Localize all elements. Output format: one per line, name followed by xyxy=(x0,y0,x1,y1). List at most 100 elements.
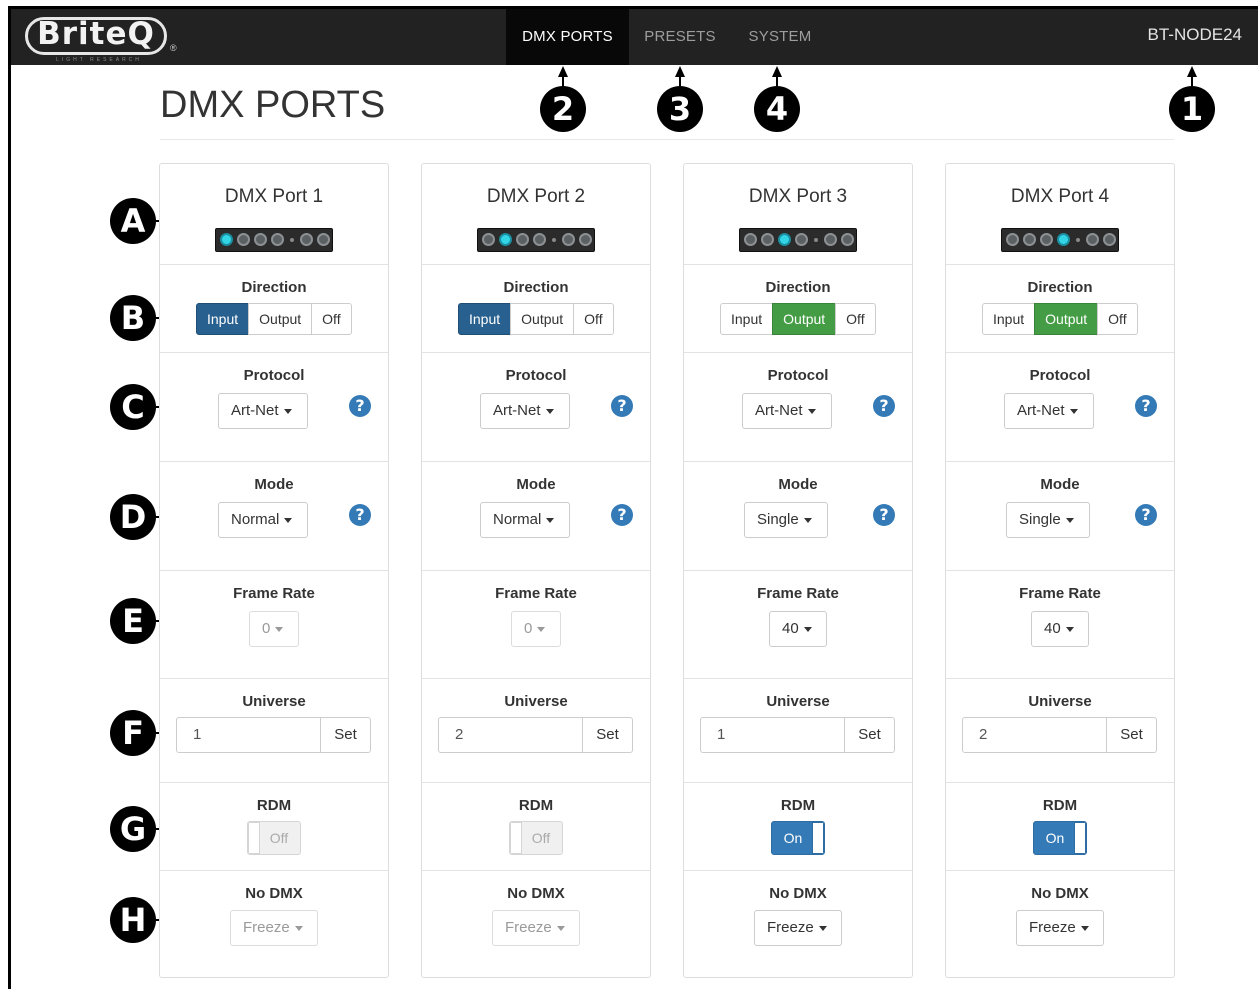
section-mode: Mode Single? xyxy=(684,461,912,570)
port-led-strip xyxy=(739,228,857,252)
rdm-toggle[interactable]: On xyxy=(771,821,825,855)
help-icon[interactable]: ? xyxy=(873,504,895,526)
direction-label: Direction xyxy=(1027,279,1093,296)
callout-2: 2 xyxy=(540,86,586,132)
frame-rate-dropdown[interactable]: 40 xyxy=(1031,611,1089,647)
section-direction: Direction Input Output Off xyxy=(946,264,1174,352)
chevron-down-icon xyxy=(1069,408,1078,414)
rdm-toggle[interactable]: On xyxy=(1033,821,1087,855)
dot-icon xyxy=(814,238,818,242)
dmx-port-panel-1: DMX Port 1 Direction Input Output Off Protoco… xyxy=(159,163,389,978)
frame-rate-value: 40 xyxy=(1044,620,1061,637)
dot-icon xyxy=(290,238,294,242)
frame-rate-label: Frame Rate xyxy=(1019,585,1101,602)
direction-off-button[interactable]: Off xyxy=(1097,303,1138,335)
rdm-toggle[interactable]: Off xyxy=(247,821,301,855)
port-led-icon xyxy=(1006,233,1019,246)
rdm-label: RDM xyxy=(518,797,554,814)
mode-dropdown[interactable]: Single xyxy=(744,502,828,538)
protocol-dropdown[interactable]: Art-Net xyxy=(480,393,570,429)
no-dmx-label: No DMX xyxy=(769,885,827,902)
callout-e: E xyxy=(110,598,156,644)
no-dmx-dropdown[interactable]: Freeze xyxy=(754,910,842,946)
direction-off-button[interactable]: Off xyxy=(573,303,614,335)
direction-output-button[interactable]: Output xyxy=(1034,303,1099,335)
universe-input[interactable]: 1 xyxy=(700,717,845,753)
device-name[interactable]: BT-NODE24 xyxy=(1148,9,1242,61)
help-icon[interactable]: ? xyxy=(611,395,633,417)
help-icon[interactable]: ? xyxy=(349,395,371,417)
chevron-down-icon xyxy=(807,408,816,414)
direction-output-button[interactable]: Output xyxy=(510,303,575,335)
mode-dropdown[interactable]: Single xyxy=(1006,502,1090,538)
chevron-down-icon xyxy=(818,925,827,931)
direction-input-button[interactable]: Input xyxy=(720,303,774,335)
protocol-label: Protocol xyxy=(243,367,305,384)
direction-label: Direction xyxy=(765,279,831,296)
protocol-dropdown[interactable]: Art-Net xyxy=(1004,393,1094,429)
universe-set-button[interactable]: Set xyxy=(844,717,895,753)
section-frame-rate: Frame Rate 40 xyxy=(946,570,1174,678)
dot-icon xyxy=(552,238,556,242)
help-icon[interactable]: ? xyxy=(349,504,371,526)
rdm-state: On xyxy=(1045,830,1065,846)
universe-set-button[interactable]: Set xyxy=(1106,717,1157,753)
help-icon[interactable]: ? xyxy=(873,395,895,417)
protocol-value: Art-Net xyxy=(1017,402,1065,419)
port-led-icon xyxy=(744,233,757,246)
briteq-logo[interactable]: BriteQ LIGHT RESEARCH ® xyxy=(25,15,181,63)
protocol-dropdown[interactable]: Art-Net xyxy=(742,393,832,429)
port-led-icon xyxy=(1057,233,1070,246)
universe-set-button[interactable]: Set xyxy=(582,717,633,753)
callout-3: 3 xyxy=(657,86,703,132)
section-no-dmx: No DMX Freeze xyxy=(422,870,650,979)
network-led-icon xyxy=(1103,233,1116,246)
tab-system[interactable]: SYSTEM xyxy=(731,9,829,65)
callout-1: 1 xyxy=(1169,86,1215,132)
direction-input-button[interactable]: Input xyxy=(196,303,250,335)
mode-dropdown[interactable]: Normal xyxy=(218,502,308,538)
direction-label: Direction xyxy=(503,279,569,296)
universe-input[interactable]: 2 xyxy=(962,717,1107,753)
title-divider xyxy=(160,139,1174,140)
direction-output-button[interactable]: Output xyxy=(772,303,837,335)
rdm-toggle[interactable]: Off xyxy=(509,821,563,855)
frame-rate-label: Frame Rate xyxy=(233,585,315,602)
universe-label: Universe xyxy=(504,693,568,710)
mode-value: Normal xyxy=(231,511,280,528)
direction-input-button[interactable]: Input xyxy=(458,303,512,335)
port-led-icon xyxy=(1040,233,1053,246)
frame-rate-dropdown[interactable]: 40 xyxy=(769,611,827,647)
frame-rate-value: 0 xyxy=(262,620,271,637)
mode-dropdown[interactable]: Normal xyxy=(480,502,570,538)
help-icon[interactable]: ? xyxy=(1135,504,1157,526)
direction-input-button[interactable]: Input xyxy=(982,303,1036,335)
port-title: DMX Port 2 xyxy=(486,186,586,207)
universe-input[interactable]: 2 xyxy=(438,717,583,753)
dot-icon xyxy=(1076,238,1080,242)
mode-value: Normal xyxy=(493,511,542,528)
direction-off-button[interactable]: Off xyxy=(835,303,876,335)
direction-off-button[interactable]: Off xyxy=(311,303,352,335)
frame-rate-dropdown: 0 xyxy=(511,611,561,647)
universe-input[interactable]: 1 xyxy=(176,717,321,753)
protocol-label: Protocol xyxy=(505,367,567,384)
universe-label: Universe xyxy=(242,693,306,710)
protocol-dropdown[interactable]: Art-Net xyxy=(218,393,308,429)
callout-b: B xyxy=(110,295,156,341)
port-led-icon xyxy=(1023,233,1036,246)
chevron-down-icon xyxy=(284,517,293,523)
protocol-value: Art-Net xyxy=(755,402,803,419)
universe-set-button[interactable]: Set xyxy=(320,717,371,753)
help-icon[interactable]: ? xyxy=(611,504,633,526)
no-dmx-dropdown[interactable]: Freeze xyxy=(1016,910,1104,946)
rdm-state: Off xyxy=(531,830,551,846)
help-icon[interactable]: ? xyxy=(1135,395,1157,417)
section-mode: Mode Normal? xyxy=(422,461,650,570)
direction-output-button[interactable]: Output xyxy=(248,303,313,335)
section-frame-rate: Frame Rate 40 xyxy=(684,570,912,678)
chevron-down-icon xyxy=(803,517,812,523)
tab-presets[interactable]: PRESETS xyxy=(629,9,731,65)
tab-dmx-ports[interactable]: DMX PORTS xyxy=(506,9,629,65)
chevron-down-icon xyxy=(545,408,554,414)
